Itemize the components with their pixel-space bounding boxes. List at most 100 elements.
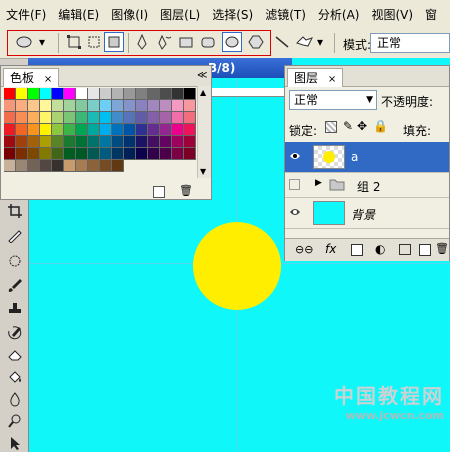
color-swatch[interactable] (172, 148, 184, 160)
color-swatch[interactable] (76, 88, 88, 100)
color-swatch[interactable] (64, 160, 76, 172)
preset-dropdown-icon[interactable]: ▾ (36, 32, 48, 52)
line-tool-icon[interactable] (272, 32, 292, 52)
menu-analysis[interactable]: 分析(A) (312, 6, 366, 23)
eraser-tool-icon[interactable] (6, 346, 24, 364)
color-swatch[interactable] (112, 160, 124, 172)
color-swatch[interactable] (16, 112, 28, 124)
color-swatch[interactable] (112, 112, 124, 124)
color-swatch[interactable] (172, 112, 184, 124)
visibility-toggle[interactable] (289, 179, 300, 190)
eye-icon[interactable] (289, 150, 301, 162)
lock-pixels-icon[interactable]: ✎ (343, 119, 353, 133)
color-swatch[interactable] (148, 100, 160, 112)
color-swatch[interactable] (4, 112, 16, 124)
color-swatch[interactable] (124, 124, 136, 136)
menu-image[interactable]: 图像(I) (105, 6, 154, 23)
color-swatch[interactable] (52, 160, 64, 172)
color-swatch[interactable] (124, 112, 136, 124)
color-swatch[interactable] (40, 112, 52, 124)
link-layers-icon[interactable]: ⊖⊖ (295, 243, 313, 256)
lock-transparent-icon[interactable] (325, 121, 337, 133)
color-swatch[interactable] (172, 88, 184, 100)
color-swatch[interactable] (4, 148, 16, 160)
layer-row-background[interactable]: 背景 (285, 198, 449, 229)
color-swatch[interactable] (148, 112, 160, 124)
rectangle-tool-icon[interactable] (176, 32, 196, 52)
color-swatch[interactable] (88, 88, 100, 100)
color-swatch[interactable] (64, 100, 76, 112)
adjustment-layer-icon[interactable]: ◐ (375, 242, 385, 256)
color-swatch[interactable] (124, 88, 136, 100)
color-swatch[interactable] (64, 148, 76, 160)
color-swatch[interactable] (172, 136, 184, 148)
color-swatch[interactable] (28, 112, 40, 124)
color-swatch[interactable] (100, 160, 112, 172)
color-swatch[interactable] (136, 124, 148, 136)
color-swatch[interactable] (100, 88, 112, 100)
shape-layers-icon[interactable] (64, 32, 84, 52)
color-swatch[interactable] (160, 112, 172, 124)
color-swatch[interactable] (76, 148, 88, 160)
color-swatch[interactable] (16, 88, 28, 100)
color-swatch[interactable] (148, 136, 160, 148)
color-swatch[interactable] (76, 160, 88, 172)
new-group-icon[interactable] (399, 244, 411, 255)
layer-row-group-2[interactable]: ▶ 组 2 (285, 173, 449, 198)
brush-tool-icon[interactable] (6, 276, 24, 294)
lock-position-icon[interactable]: ✥ (357, 119, 367, 133)
color-swatch[interactable] (124, 148, 136, 160)
color-swatch[interactable] (4, 124, 16, 136)
color-swatch[interactable] (184, 88, 196, 100)
crop-tool-icon[interactable] (6, 202, 24, 220)
color-swatch[interactable] (124, 136, 136, 148)
color-swatch[interactable] (160, 136, 172, 148)
scroll-up-icon[interactable]: ▲ (200, 88, 206, 97)
color-swatch[interactable] (88, 136, 100, 148)
color-swatch[interactable] (112, 148, 124, 160)
color-swatch[interactable] (28, 160, 40, 172)
tab-layers[interactable]: 图层 × (287, 68, 344, 87)
color-swatch[interactable] (112, 100, 124, 112)
color-swatch[interactable] (100, 124, 112, 136)
color-swatch[interactable] (76, 136, 88, 148)
color-swatch[interactable] (52, 100, 64, 112)
color-swatch[interactable] (148, 124, 160, 136)
paint-bucket-icon[interactable] (6, 368, 24, 386)
new-swatch-icon[interactable] (153, 186, 165, 198)
color-swatch[interactable] (100, 136, 112, 148)
ellipse-preset-icon[interactable] (14, 32, 34, 52)
eye-icon[interactable] (289, 206, 301, 218)
expand-triangle-icon[interactable]: ▶ (315, 178, 322, 188)
close-icon[interactable]: × (44, 74, 52, 85)
color-swatch[interactable] (52, 88, 64, 100)
healing-brush-icon[interactable] (6, 252, 24, 270)
color-swatch[interactable] (88, 160, 100, 172)
menu-select[interactable]: 选择(S) (206, 6, 259, 23)
paths-icon[interactable] (84, 32, 104, 52)
color-swatch[interactable] (76, 100, 88, 112)
color-swatch[interactable] (160, 148, 172, 160)
history-brush-icon[interactable] (6, 324, 24, 342)
color-swatch[interactable] (40, 136, 52, 148)
add-mask-icon[interactable] (351, 244, 363, 256)
color-swatch[interactable] (112, 88, 124, 100)
color-swatch[interactable] (136, 88, 148, 100)
color-swatch[interactable] (148, 148, 160, 160)
color-swatch[interactable] (40, 160, 52, 172)
fill-pixels-icon[interactable] (104, 32, 124, 52)
color-swatch[interactable] (76, 112, 88, 124)
color-swatch[interactable] (112, 124, 124, 136)
slice-tool-icon[interactable] (6, 226, 24, 244)
color-swatch[interactable] (40, 148, 52, 160)
color-swatch[interactable] (4, 160, 16, 172)
color-swatch[interactable] (52, 112, 64, 124)
menu-edit[interactable]: 编辑(E) (52, 6, 105, 23)
color-swatch[interactable] (28, 100, 40, 112)
lock-all-icon[interactable]: 🔒 (373, 119, 388, 133)
color-swatch[interactable] (52, 136, 64, 148)
panel-collapse-icon[interactable]: ≪ (197, 70, 207, 81)
color-swatch[interactable] (100, 100, 112, 112)
color-swatch[interactable] (184, 124, 196, 136)
color-swatch[interactable] (112, 136, 124, 148)
